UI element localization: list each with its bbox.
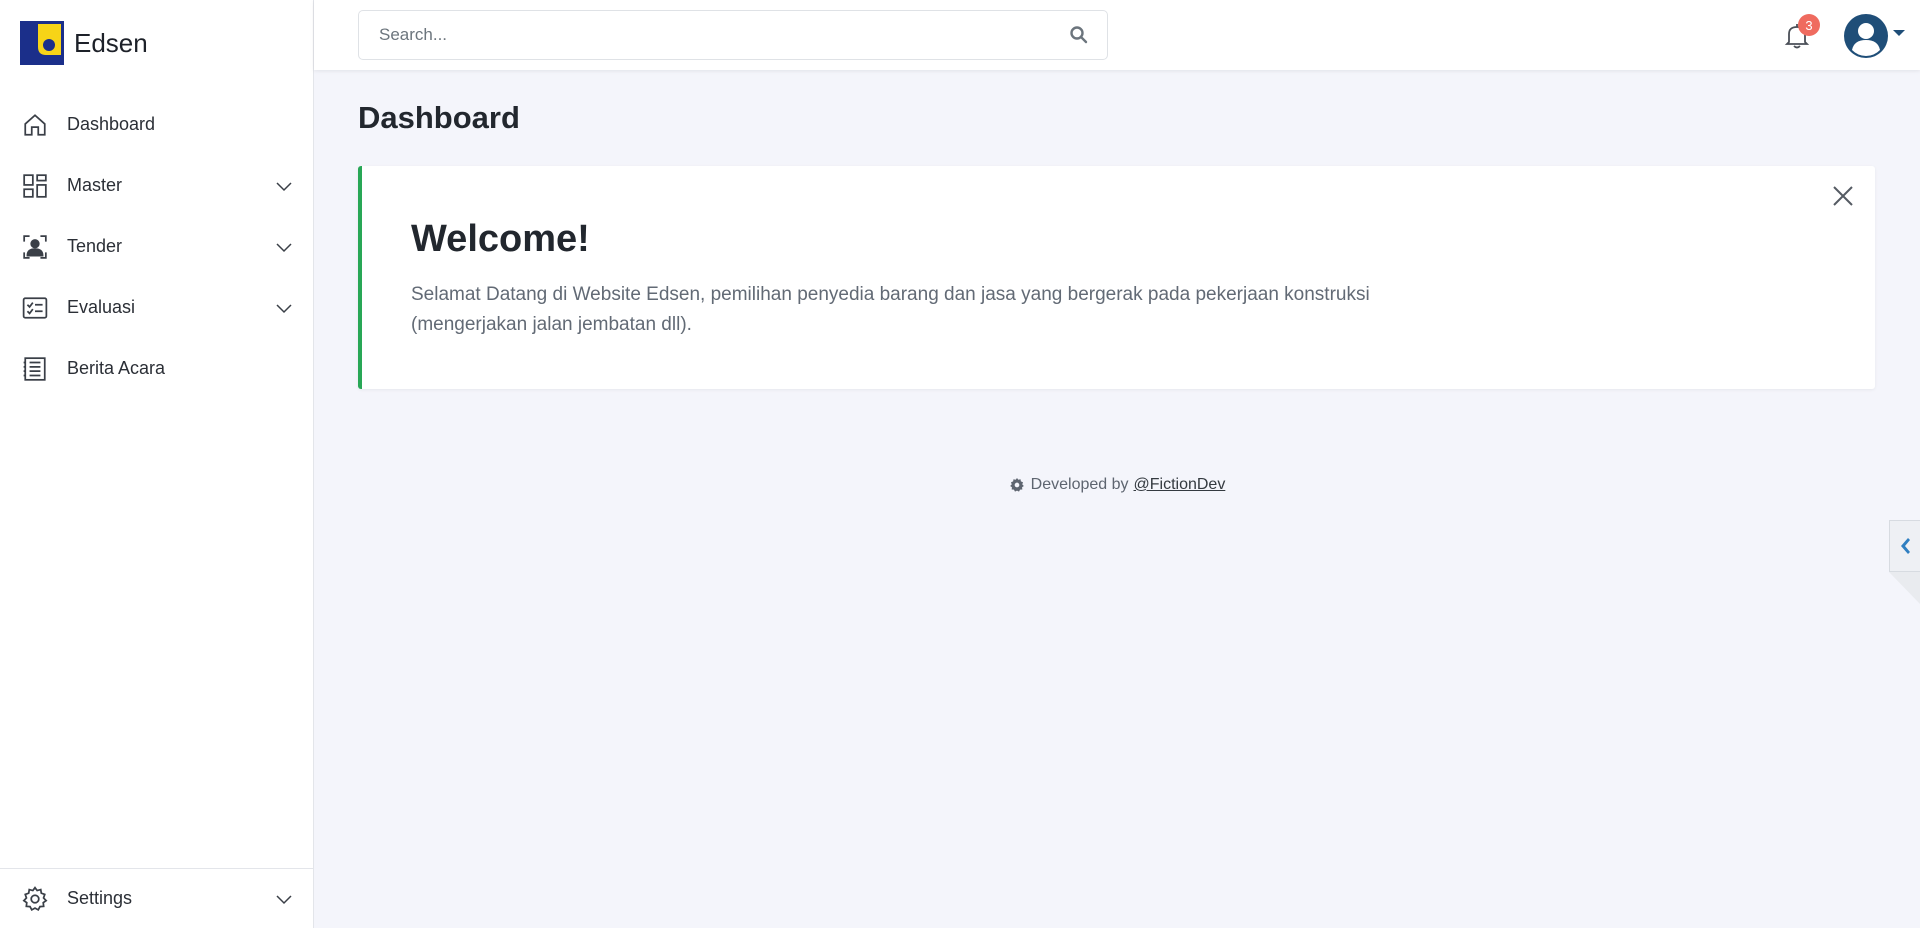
sidebar-item-settings[interactable]: Settings bbox=[0, 868, 313, 928]
sidebar-item-master[interactable]: Master bbox=[0, 155, 313, 216]
brand-name: Edsen bbox=[74, 27, 148, 58]
sidebar-item-label: Tender bbox=[67, 236, 123, 256]
person-frame-icon bbox=[22, 234, 48, 260]
footer: Developed by @FictionDev bbox=[314, 476, 1920, 494]
sidebar-item-tender[interactable]: Tender bbox=[0, 216, 313, 277]
sidebar-item-label: Berita Acara bbox=[67, 358, 166, 378]
side-panel-toggle[interactable] bbox=[1889, 520, 1920, 572]
footer-link[interactable]: @FictionDev bbox=[1134, 476, 1226, 494]
chevron-left-icon bbox=[1901, 538, 1910, 554]
home-icon bbox=[22, 112, 48, 138]
sidebar: Edsen Dashboard Master Tender Evaluasi B… bbox=[0, 0, 314, 928]
sidebar-item-label: Evaluasi bbox=[67, 297, 136, 317]
sidebar-item-evaluasi[interactable]: Evaluasi bbox=[0, 277, 313, 338]
footer-text: Developed by bbox=[1030, 476, 1129, 493]
gear-icon bbox=[22, 885, 48, 912]
chevron-down-icon bbox=[276, 894, 292, 904]
chevron-down-icon bbox=[276, 181, 292, 191]
sidebar-nav: Dashboard Master Tender Evaluasi Berita … bbox=[0, 94, 313, 399]
sidebar-item-dashboard[interactable]: Dashboard bbox=[0, 94, 313, 155]
checklist-icon bbox=[22, 295, 48, 321]
brand-logo bbox=[20, 21, 64, 65]
brand[interactable]: Edsen bbox=[0, 0, 313, 86]
side-panel-fold bbox=[1889, 572, 1920, 604]
chevron-down-icon bbox=[276, 303, 292, 313]
sidebar-item-label: Master bbox=[67, 175, 123, 195]
gear-icon bbox=[1009, 478, 1024, 492]
chevron-down-icon bbox=[276, 242, 292, 252]
sidebar-item-berita-acara[interactable]: Berita Acara bbox=[0, 338, 313, 399]
document-icon bbox=[22, 356, 48, 382]
settings-label: Settings bbox=[67, 888, 133, 908]
sidebar-item-label: Dashboard bbox=[67, 114, 156, 134]
grid-icon bbox=[22, 173, 48, 199]
footer-area: Developed by @FictionDev bbox=[314, 0, 1920, 928]
